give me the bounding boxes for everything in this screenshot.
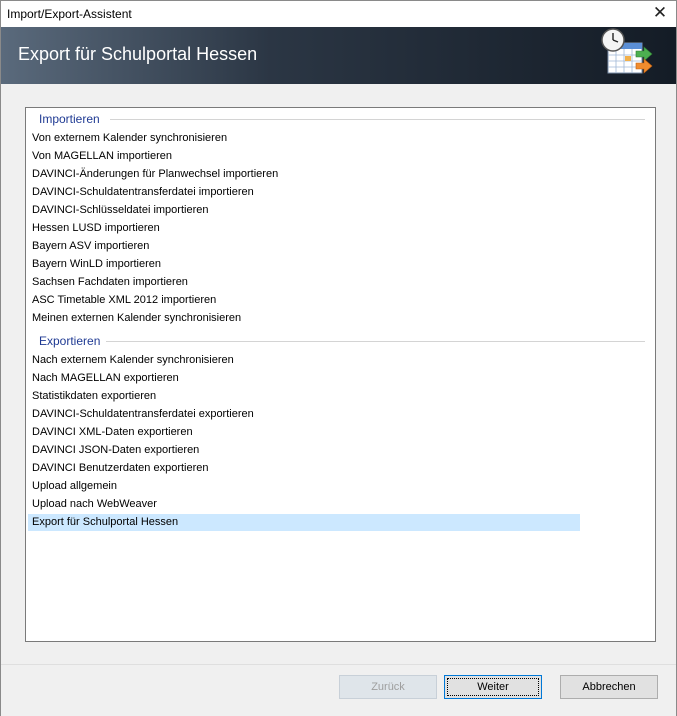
window-title: Import/Export-Assistent	[7, 7, 132, 21]
list-item[interactable]: Sachsen Fachdaten importieren	[28, 274, 580, 291]
list-item[interactable]: DAVINCI-Änderungen für Planwechsel impor…	[28, 166, 580, 183]
group-divider	[106, 341, 645, 342]
group-divider	[110, 119, 645, 120]
list-item[interactable]: Von externem Kalender synchronisieren	[28, 130, 580, 147]
list-item[interactable]: DAVINCI-Schlüsseldatei importieren	[28, 202, 580, 219]
list-item[interactable]: DAVINCI XML-Daten exportieren	[28, 424, 580, 441]
group-header-import: Importieren	[39, 112, 100, 126]
list-item[interactable]: Von MAGELLAN importieren	[28, 148, 580, 165]
next-button-label: Weiter	[447, 678, 539, 696]
import-export-wizard-window: Import/Export-Assistent ✕ Export für Sch…	[0, 0, 677, 716]
list-item[interactable]: Meinen externen Kalender synchronisieren	[28, 310, 580, 327]
back-button[interactable]: Zurück	[339, 675, 437, 699]
list-item[interactable]: ASC Timetable XML 2012 importieren	[28, 292, 580, 309]
action-list[interactable]: Importieren Von externem Kalender synchr…	[25, 107, 656, 642]
list-item[interactable]: Bayern WinLD importieren	[28, 256, 580, 273]
list-item[interactable]: DAVINCI JSON-Daten exportieren	[28, 442, 580, 459]
list-item[interactable]: Nach MAGELLAN exportieren	[28, 370, 580, 387]
button-bar: Zurück Weiter Abbrechen	[1, 664, 676, 716]
list-item[interactable]: Statistikdaten exportieren	[28, 388, 580, 405]
wizard-content: Importieren Von externem Kalender synchr…	[1, 84, 676, 664]
list-item[interactable]: DAVINCI-Schuldatentransferdatei importie…	[28, 184, 580, 201]
list-item[interactable]: Upload nach WebWeaver	[28, 496, 580, 513]
group-header-export: Exportieren	[39, 334, 101, 348]
list-item[interactable]: DAVINCI-Schuldatentransferdatei exportie…	[28, 406, 580, 423]
calendar-clock-export-icon	[601, 28, 653, 74]
list-item[interactable]: Hessen LUSD importieren	[28, 220, 580, 237]
list-item[interactable]: Bayern ASV importieren	[28, 238, 580, 255]
list-item[interactable]: Nach externem Kalender synchronisieren	[28, 352, 580, 369]
list-item[interactable]: Upload allgemein	[28, 478, 580, 495]
list-item[interactable]: DAVINCI Benutzerdaten exportieren	[28, 460, 580, 477]
close-icon[interactable]: ✕	[650, 4, 670, 24]
wizard-banner: Export für Schulportal Hessen	[1, 27, 676, 84]
next-button[interactable]: Weiter	[444, 675, 542, 699]
list-item-selected[interactable]: Export für Schulportal Hessen	[28, 514, 580, 531]
page-title: Export für Schulportal Hessen	[18, 44, 258, 64]
title-bar[interactable]: Import/Export-Assistent ✕	[1, 1, 676, 27]
cancel-button[interactable]: Abbrechen	[560, 675, 658, 699]
